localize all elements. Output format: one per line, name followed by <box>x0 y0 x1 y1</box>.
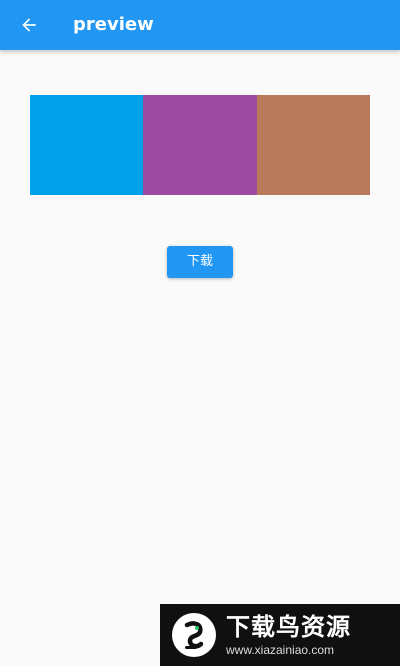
back-button[interactable] <box>12 8 46 42</box>
download-button[interactable]: 下载 <box>167 246 233 278</box>
color-swatch-blue <box>30 95 144 195</box>
color-palette-preview <box>30 95 370 195</box>
watermark-title: 下载鸟资源 <box>226 613 351 641</box>
watermark-url: www.xiazainiao.com <box>226 643 335 657</box>
page-title: preview <box>73 14 154 35</box>
watermark-text: 下载鸟资源 www.xiazainiao.com <box>226 612 351 658</box>
color-swatch-purple <box>143 95 257 195</box>
site-watermark: 下载鸟资源 www.xiazainiao.com <box>160 604 400 666</box>
color-swatch-brown <box>256 95 370 195</box>
preview-screen: preview 下载 下载鸟资源 www.xiazainiao.com <box>0 0 400 666</box>
bird-logo-icon <box>172 613 216 657</box>
app-bar: preview <box>0 0 400 50</box>
arrow-back-icon <box>22 18 36 32</box>
